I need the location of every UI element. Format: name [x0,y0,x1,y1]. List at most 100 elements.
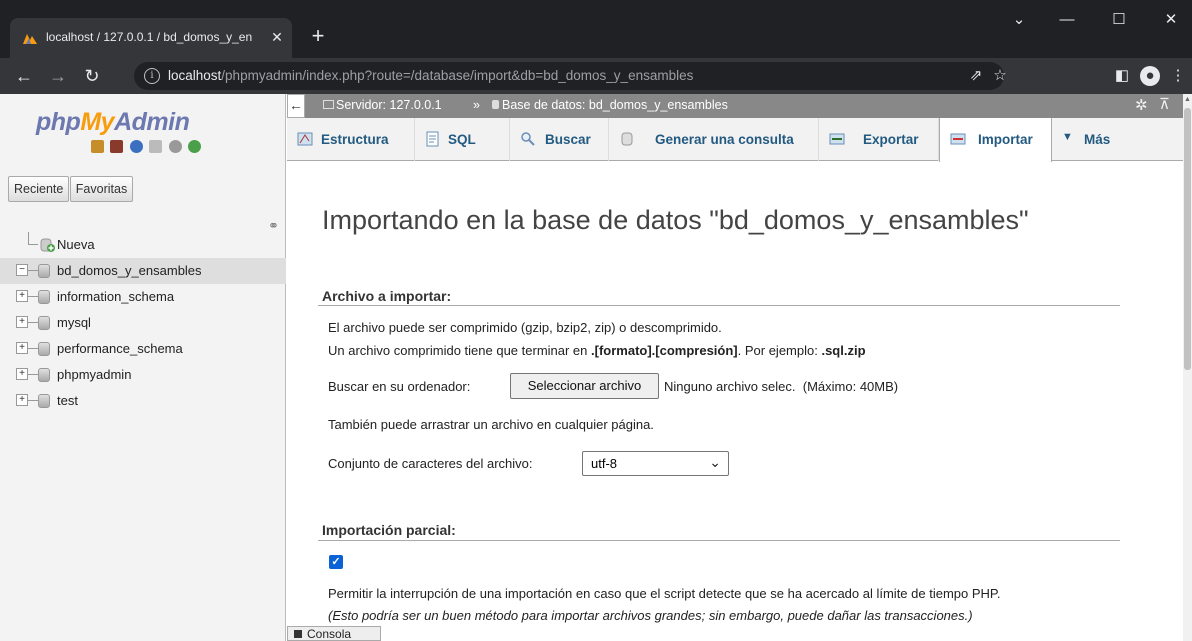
tree-connector [28,400,38,401]
tree-connector [28,244,38,245]
forward-button[interactable]: → [46,64,70,88]
tab-generar-consulta[interactable]: Generar una consulta [609,118,819,161]
main-scrollbar[interactable]: ▲ [1183,94,1192,641]
tab-buscar[interactable]: Buscar [510,118,609,161]
tree-item-new[interactable]: Nueva [0,232,286,258]
tree-item-mysql[interactable]: + mysql [0,310,286,336]
breadcrumb-separator: » [473,98,480,112]
collapse-icon[interactable]: − [16,264,28,276]
browser-tab[interactable]: localhost / 127.0.0.1 / bd_domos_y_ensam… [10,18,292,58]
nav-quick-icons [91,140,203,156]
tree-connector [28,322,38,323]
tab-estructura[interactable]: Estructura [287,118,415,161]
charset-select[interactable]: utf-8 ⌄ [582,451,729,476]
breadcrumb-database[interactable]: Base de datos: bd_domos_y_ensambles [492,98,728,112]
back-button[interactable]: ← [12,64,36,88]
tree-item-information-schema[interactable]: + information_schema [0,284,286,310]
database-icon [38,264,50,278]
collapse-nav-button[interactable]: ← [287,94,305,118]
tree-connector [28,348,38,349]
docs-icon[interactable] [149,140,163,153]
tree-item-phpmyadmin[interactable]: + phpmyadmin [0,362,286,388]
new-tab-button[interactable]: + [306,24,330,48]
database-icon [492,100,499,109]
tree-item-label: Nueva [57,237,95,252]
file-status-text: Ninguno archivo selec. (Máximo: 40MB) [664,379,899,394]
menu-kebab-icon[interactable]: ⋮ [1168,66,1188,86]
breadcrumb: ← Servidor: 127.0.0.1 » Base de datos: b… [287,94,1183,118]
scrollbar-thumb[interactable] [1184,108,1191,370]
new-database-icon [40,238,55,252]
database-icon [38,368,50,382]
tab-exportar[interactable]: Exportar [819,118,939,161]
browser-toolbar: ← → ↻ i localhost/phpmyadmin/index.php?r… [0,58,1192,94]
tab-search-icon[interactable]: ⌄ [1004,6,1034,36]
import-icon [950,133,966,145]
expand-icon[interactable]: + [16,394,28,406]
browser-tab-title: localhost / 127.0.0.1 / bd_domos_y_ensam… [46,30,252,44]
help-icon[interactable] [129,140,143,153]
allow-interrupt-text: Permitir la interrupción de una importac… [328,586,1001,601]
settings-icon[interactable] [168,140,182,153]
scroll-up-icon[interactable]: ▲ [1184,96,1191,103]
charset-label: Conjunto de caracteres del archivo: [328,456,533,471]
pma-navigation-panel: phpMyAdmin Reciente Favoritas ⚭ Nueva − [0,94,286,641]
tree-connector [28,374,38,375]
minimize-button[interactable]: — [1052,6,1082,36]
select-file-button[interactable]: Seleccionar archivo [510,373,659,399]
logout-icon[interactable] [110,140,124,153]
console-icon [294,630,302,638]
address-bar[interactable]: i localhost/phpmyadmin/index.php?route=/… [134,62,1007,90]
share-icon[interactable]: ⇗ [966,66,986,86]
close-window-button[interactable]: ✕ [1156,6,1186,36]
tree-connector [28,270,38,271]
tree-item-test[interactable]: + test [0,388,286,414]
expand-icon[interactable]: + [16,316,28,328]
nav-tabs: Reciente Favoritas [8,176,134,202]
search-icon [521,132,535,146]
database-icon [38,394,50,408]
maximize-button[interactable]: ☐ [1104,6,1134,36]
tree-item-label: test [57,393,78,408]
tree-connector [28,296,38,297]
expand-icon[interactable]: + [16,290,28,302]
home-icon[interactable] [91,140,104,153]
phpmyadmin-logo[interactable]: phpMyAdmin [36,108,190,137]
tree-item-bd-domos-y-ensambles[interactable]: − bd_domos_y_ensambles [0,258,286,284]
interrupt-hint-text: (Esto podría ser un buen método para imp… [328,608,973,623]
tree-item-label: performance_schema [57,341,183,356]
console-toggle[interactable]: Consola [287,626,381,641]
drag-drop-text: También puede arrastrar un archivo en cu… [328,417,654,432]
bookmark-star-icon[interactable]: ☆ [990,66,1010,86]
tree-item-label: information_schema [57,289,175,304]
browse-label: Buscar en su ordenador: [328,379,471,394]
sidebar-toggle-icon[interactable]: ◧ [1112,66,1132,86]
expand-icon[interactable]: + [16,342,28,354]
tree-item-performance-schema[interactable]: + performance_schema [0,336,286,362]
recent-tab[interactable]: Reciente [8,176,70,202]
scroll-top-icon[interactable]: ⊼ [1159,95,1170,113]
tab-sql[interactable]: SQL [415,118,510,161]
tab-importar[interactable]: Importar [939,118,1052,162]
partial-import-heading: Importación parcial: [322,522,456,538]
site-info-icon[interactable]: i [144,68,160,84]
tab-mas[interactable]: ▼ Más [1052,118,1129,161]
breadcrumb-server[interactable]: Servidor: 127.0.0.1 [323,98,442,112]
allow-interrupt-checkbox[interactable]: ✓ [329,555,343,569]
expand-icon[interactable]: + [16,368,28,380]
gear-icon[interactable]: ✲ [1135,96,1148,114]
divider [318,305,1120,306]
reload-nav-icon[interactable] [188,140,202,153]
tab-close-icon[interactable]: ✕ [268,28,286,46]
database-icon [38,290,50,304]
compression-format-text: Un archivo comprimido tiene que terminar… [328,343,866,358]
profile-avatar-icon[interactable]: ● [1140,66,1160,86]
tree-item-label: mysql [57,315,91,330]
server-icon [323,100,334,109]
tree-item-label: phpmyadmin [57,367,132,382]
reload-button[interactable]: ↻ [80,64,104,88]
structure-icon [297,132,313,146]
divider [318,540,1120,541]
compression-info-text: El archivo puede ser comprimido (gzip, b… [328,320,722,335]
favorites-tab[interactable]: Favoritas [69,176,134,202]
